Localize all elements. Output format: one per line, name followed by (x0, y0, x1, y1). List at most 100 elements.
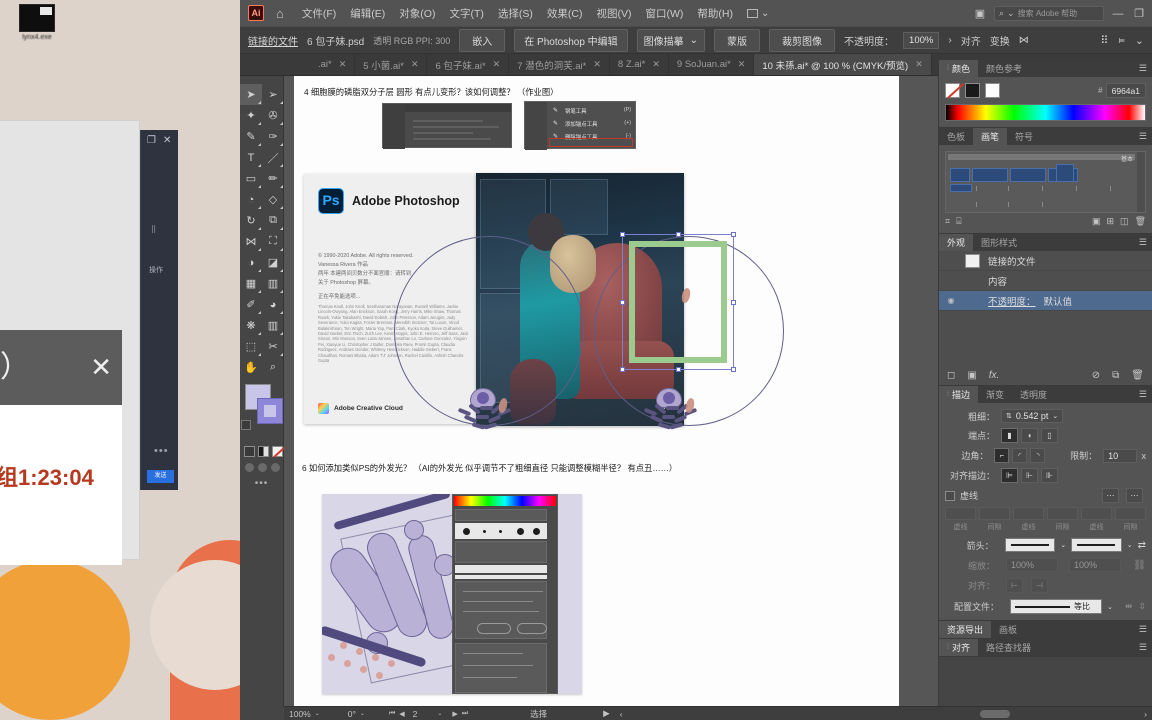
duplicate-brush-icon[interactable]: ◫ (1120, 216, 1129, 227)
brush-libraries-icon[interactable]: ⌗ (945, 216, 950, 227)
tab-symbols[interactable]: 符号 (1007, 128, 1041, 145)
chevron-down-icon[interactable]: ⌄ (360, 710, 365, 717)
tab-transparency[interactable]: 透明度 (1012, 386, 1055, 403)
appearance-row-contents[interactable]: 内容 (939, 271, 1152, 291)
dash-field[interactable] (1013, 507, 1044, 520)
close-icon[interactable]: ✕ (915, 59, 923, 70)
appearance-row-opacity[interactable]: ◉ 不透明度： 默认值 (939, 291, 1152, 311)
workspace-switcher[interactable]: ⌄ (746, 8, 769, 19)
shaper-tool[interactable]: ◔ (240, 189, 262, 210)
send-button[interactable]: 发送 (147, 470, 174, 483)
resize-handle[interactable] (731, 367, 736, 372)
mesh-tool[interactable]: ▦ (240, 273, 262, 294)
color-mode-gradient[interactable] (258, 446, 269, 457)
home-icon[interactable]: ⌂ (276, 6, 284, 21)
transform-menu[interactable]: 变换 (990, 33, 1010, 48)
black-swatch[interactable] (965, 83, 980, 98)
close-icon[interactable]: ✕ (738, 59, 746, 70)
panel-menu-icon[interactable]: ☰ (1139, 625, 1147, 634)
arrange-documents-icon[interactable]: ⠿ (1100, 34, 1108, 47)
dash-align-corners-button[interactable]: ⋯ (1126, 488, 1143, 503)
direct-selection-tool[interactable]: ➢ (262, 84, 284, 105)
type-tool[interactable]: T (240, 147, 262, 168)
brush-item[interactable] (972, 168, 1008, 182)
remove-brush-link-icon[interactable]: ▣ (1092, 216, 1101, 227)
arrow-scale-end-input[interactable]: 100% (1069, 558, 1121, 572)
distribute-icon[interactable]: ⋈ (1019, 35, 1029, 46)
crop-image-button[interactable]: 裁剪图像 (769, 28, 836, 52)
resize-handle[interactable] (676, 232, 681, 237)
artboard-tool[interactable]: ⬚ (240, 336, 262, 357)
appearance-swatch[interactable] (965, 253, 980, 268)
close-icon[interactable]: ✕ (339, 59, 347, 70)
add-new-effect-icon[interactable]: fx. (989, 370, 1000, 381)
lasso-tool[interactable]: ✇ (262, 105, 284, 126)
document-tab[interactable]: 9 SoJuan.ai* ✕ (669, 54, 755, 75)
magic-wand-tool[interactable]: ✦ (240, 105, 262, 126)
close-icon[interactable]: ✕ (90, 352, 112, 382)
brush-scrollbar[interactable] (1137, 152, 1145, 212)
mask-button[interactable]: 蒙版 (714, 28, 761, 52)
resize-handle[interactable] (731, 300, 736, 305)
scale-tool[interactable]: ⧉ (262, 210, 284, 231)
rectangle-tool[interactable]: ▭ (240, 168, 262, 189)
zoom-level[interactable]: 100% (289, 709, 311, 719)
shape-builder-tool[interactable]: ◑ (240, 252, 262, 273)
chevron-down-icon[interactable]: ⌄ (1060, 541, 1066, 549)
round-cap-button[interactable]: ◖ (1021, 428, 1038, 443)
tab-swatches[interactable]: 色板 (939, 128, 973, 145)
resize-handle[interactable] (620, 232, 625, 237)
arrow-scale-start-input[interactable]: 100% (1006, 558, 1058, 572)
panel-menu-icon[interactable]: ☰ (1139, 390, 1147, 399)
selection-tool[interactable]: ➤ (240, 84, 262, 105)
opacity-arrow-icon[interactable]: › (948, 35, 951, 46)
tab-graphic-styles[interactable]: 图形样式 (973, 234, 1025, 251)
close-icon[interactable]: ✕ (411, 59, 419, 70)
brush-item[interactable] (950, 168, 970, 182)
chevron-down-icon[interactable]: ⌄ (315, 710, 320, 717)
line-segment-tool[interactable]: ／ (262, 147, 284, 168)
paintbrush-tool[interactable]: ✏ (262, 168, 284, 189)
minimize-button[interactable]: — (1111, 8, 1125, 20)
toolbox-grip[interactable] (240, 76, 283, 84)
tab-color[interactable]: ⁞ 颜色 (939, 60, 978, 77)
flip-along-icon[interactable]: ⇹ (1125, 601, 1133, 612)
scroll-right-icon[interactable]: › (1144, 709, 1147, 719)
delete-item-icon[interactable]: 🗑 (1131, 370, 1144, 381)
panel-menu-icon[interactable]: ☰ (1139, 64, 1147, 73)
previous-artboard-button[interactable]: ◀ (399, 710, 404, 718)
document-tab[interactable]: 5 小菌.ai* ✕ (355, 54, 428, 75)
menu-item-file[interactable]: 文件(F) (302, 6, 336, 21)
dash-preserve-exact-button[interactable]: ⋯ (1102, 488, 1119, 503)
first-artboard-button[interactable]: ⏮ (389, 710, 395, 718)
edit-in-photoshop-button[interactable]: 在 Photoshop 中编辑 (514, 28, 628, 52)
rotation-value[interactable]: 0° (348, 709, 356, 719)
tab-gradient[interactable]: 渐变 (978, 386, 1012, 403)
brush-options-icon[interactable]: ⌸ (956, 216, 961, 227)
align-stroke-outside-button[interactable]: ⊪ (1041, 468, 1058, 483)
screen-mode-normal[interactable] (245, 463, 254, 472)
panel-menu-icon[interactable]: ☰ (1139, 238, 1147, 247)
last-artboard-button[interactable]: ⏭ (462, 710, 468, 718)
panel-menu-icon[interactable]: ☰ (1139, 132, 1147, 141)
maximize-icon[interactable]: ❐ (147, 135, 156, 146)
opacity-input[interactable]: 100% (903, 31, 940, 49)
stroke-weight-input[interactable]: ⇅ 0.542 pt ⌄ (1001, 409, 1064, 423)
stroke-swatch[interactable] (257, 398, 283, 424)
clear-appearance-icon[interactable]: ⊘ (1092, 370, 1100, 381)
swap-arrowheads-icon[interactable]: ⇄ (1138, 540, 1146, 551)
dash-field[interactable] (945, 507, 976, 520)
chevron-down-icon[interactable]: ⌄ (437, 710, 442, 717)
tab-artboards[interactable]: 画板 (991, 621, 1025, 638)
document-tab-active[interactable]: 10 未孫.ai* @ 100 % (CMYK/预览) ✕ (754, 54, 932, 75)
pen-tool[interactable]: ✎ (240, 126, 262, 147)
more-icon[interactable]: ••• (154, 445, 169, 457)
menu-item-window[interactable]: 窗口(W) (645, 6, 683, 21)
menu-item-view[interactable]: 视图(V) (596, 6, 631, 21)
hand-tool[interactable]: ✋ (240, 357, 262, 378)
symbol-sprayer-tool[interactable]: ❋ (240, 315, 262, 336)
document-tab[interactable]: 8 Z.ai* ✕ (610, 54, 669, 75)
status-caret-icon[interactable]: ‹ (620, 709, 623, 719)
rotate-tool[interactable]: ↻ (240, 210, 262, 231)
menu-item-select[interactable]: 选择(S) (498, 6, 533, 21)
